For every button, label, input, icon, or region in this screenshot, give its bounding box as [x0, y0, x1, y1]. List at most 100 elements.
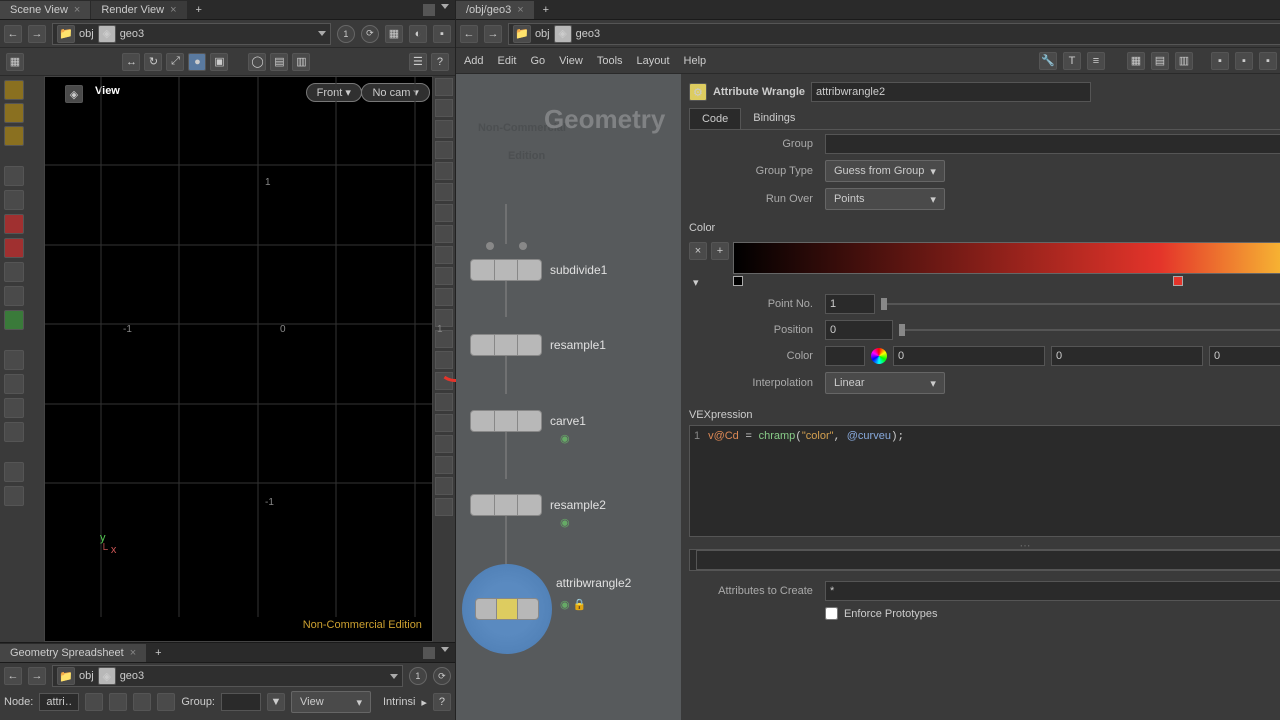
- tab-render-view[interactable]: Render View×: [91, 1, 186, 19]
- node-resample2[interactable]: resample2: [470, 494, 606, 516]
- class-icon[interactable]: [109, 693, 127, 711]
- back-button[interactable]: ←: [460, 25, 478, 43]
- lasso-tool[interactable]: [4, 103, 24, 123]
- panel-menu-icon[interactable]: [441, 647, 449, 652]
- status-input[interactable]: [696, 550, 1280, 570]
- display-flag-icon[interactable]: ◉: [560, 516, 570, 529]
- runover-select[interactable]: Points▾: [825, 188, 945, 210]
- ramp-point[interactable]: [733, 276, 743, 286]
- view-menu-icon[interactable]: ◈: [65, 85, 83, 103]
- grid-icon[interactable]: ▦: [6, 53, 24, 71]
- list-icon[interactable]: ≡: [1087, 52, 1105, 70]
- node-carve1[interactable]: carve1: [470, 410, 586, 432]
- class-icon[interactable]: [157, 693, 175, 711]
- scale-icon[interactable]: ⤢: [166, 53, 184, 71]
- arrow-tool[interactable]: [4, 166, 24, 186]
- display-icon[interactable]: ▪: [433, 25, 451, 43]
- rotate-icon[interactable]: ↻: [144, 53, 162, 71]
- view-icon[interactable]: ▤: [1151, 52, 1169, 70]
- add-tab-button[interactable]: +: [188, 4, 210, 16]
- restore-icon[interactable]: [423, 647, 435, 659]
- view-axis-pill[interactable]: Front ▾: [306, 83, 362, 102]
- image-icon[interactable]: ▪: [1235, 52, 1253, 70]
- display-option[interactable]: [435, 183, 453, 201]
- snap-icon[interactable]: ▤: [270, 53, 288, 71]
- attrcreate-input[interactable]: [825, 581, 1280, 601]
- gear-icon[interactable]: [4, 462, 24, 482]
- path-root[interactable]: obj: [79, 670, 94, 682]
- display-option[interactable]: [435, 225, 453, 243]
- color-g-input[interactable]: [1051, 346, 1203, 366]
- forward-button[interactable]: →: [484, 25, 502, 43]
- node-name-input[interactable]: [811, 82, 1091, 102]
- detail-display[interactable]: [4, 286, 24, 306]
- path-root[interactable]: obj: [79, 28, 94, 40]
- translate-icon[interactable]: ↔: [122, 53, 140, 71]
- network-view[interactable]: Non-CommercialEdition Geometry subdivide…: [456, 74, 681, 720]
- light-icon[interactable]: ◯: [248, 53, 266, 71]
- menu-go[interactable]: Go: [530, 55, 545, 67]
- path-root[interactable]: obj: [535, 28, 550, 40]
- back-button[interactable]: ←: [4, 667, 22, 685]
- forward-button[interactable]: →: [28, 25, 46, 43]
- class-icon[interactable]: [85, 693, 103, 711]
- refresh-icon[interactable]: ⟳: [361, 25, 379, 43]
- note-icon[interactable]: ▪: [1259, 52, 1277, 70]
- delete-point-button[interactable]: ×: [689, 242, 707, 260]
- color-b-input[interactable]: [1209, 346, 1280, 366]
- help-icon[interactable]: ?: [431, 53, 449, 71]
- menu-add[interactable]: Add: [464, 55, 484, 67]
- vertex-display[interactable]: [4, 262, 24, 282]
- intrinsic-label[interactable]: Intrinsi: [383, 696, 415, 708]
- view-icon[interactable]: ▥: [1175, 52, 1193, 70]
- position-input[interactable]: [825, 320, 893, 340]
- path-node[interactable]: geo3: [120, 670, 144, 682]
- wireframe-icon[interactable]: ▦: [385, 25, 403, 43]
- take-indicator[interactable]: 1: [409, 667, 427, 685]
- display-option[interactable]: [435, 204, 453, 222]
- text-icon[interactable]: T: [1063, 52, 1081, 70]
- display-option[interactable]: [435, 477, 453, 495]
- snap-point[interactable]: [4, 350, 24, 370]
- refresh-icon[interactable]: ⟳: [433, 667, 451, 685]
- display-option[interactable]: [435, 120, 453, 138]
- view-select[interactable]: View▾: [291, 691, 371, 713]
- menu-edit[interactable]: Edit: [498, 55, 517, 67]
- display-option[interactable]: [435, 498, 453, 516]
- handle-tool[interactable]: [4, 486, 24, 506]
- forward-button[interactable]: →: [28, 667, 46, 685]
- dropdown-icon[interactable]: [390, 674, 398, 679]
- snap-grid[interactable]: [4, 398, 24, 418]
- shade-icon[interactable]: ◐: [409, 25, 427, 43]
- take-indicator[interactable]: 1: [337, 25, 355, 43]
- class-icon[interactable]: [133, 693, 151, 711]
- folder-icon[interactable]: 📁: [57, 25, 75, 43]
- vex-code-editor[interactable]: 1v@Cd = chramp("color", @curveu);: [689, 425, 1280, 537]
- group-input[interactable]: [221, 693, 261, 711]
- view-icon[interactable]: ▦: [1127, 52, 1145, 70]
- panel-menu-icon[interactable]: [441, 4, 449, 9]
- stash-icon[interactable]: ▪: [1211, 52, 1229, 70]
- display-option[interactable]: [435, 99, 453, 117]
- camera-pill[interactable]: No cam ▾: [361, 83, 429, 102]
- node-resample1[interactable]: resample1: [470, 334, 606, 356]
- menu-help[interactable]: Help: [684, 55, 707, 67]
- close-icon[interactable]: ×: [517, 4, 523, 16]
- display-option[interactable]: [435, 246, 453, 264]
- filter-icon[interactable]: ▼: [267, 693, 285, 711]
- tab-scene-view[interactable]: Scene View×: [0, 1, 90, 19]
- brush-tool[interactable]: [4, 126, 24, 146]
- group-input[interactable]: [825, 134, 1280, 154]
- color-wheel-icon[interactable]: [871, 348, 887, 364]
- display-option[interactable]: [435, 78, 453, 96]
- menu-tools[interactable]: Tools: [597, 55, 623, 67]
- path-node[interactable]: geo3: [120, 28, 144, 40]
- display-option[interactable]: [435, 435, 453, 453]
- display-flag-icon[interactable]: ◉: [560, 432, 570, 445]
- tab-geometry-spreadsheet[interactable]: Geometry Spreadsheet×: [0, 644, 146, 662]
- camera-icon[interactable]: ▣: [210, 53, 228, 71]
- back-button[interactable]: ←: [4, 25, 22, 43]
- select-tool[interactable]: [4, 80, 24, 100]
- node-connector[interactable]: [519, 242, 527, 250]
- axis-gizmo[interactable]: [4, 310, 24, 330]
